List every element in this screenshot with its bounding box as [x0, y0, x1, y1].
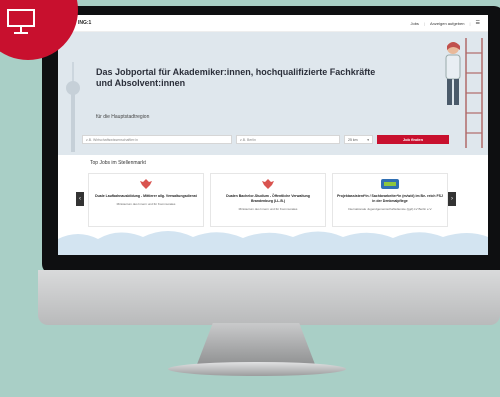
job-card-title: Duale Laufbahnausbildung - Mittlerer all…	[95, 194, 197, 198]
monitor-base	[168, 362, 346, 376]
monitor-chin	[38, 270, 500, 325]
hero-subtitle: für die Hauptstadtregion	[96, 114, 150, 120]
monitor-stand	[196, 323, 316, 367]
job-title-input[interactable]: z.B. Wirtschaftswissenschaftler:in	[82, 135, 232, 144]
screen: ING:1 Jobs | Anzeigen aufgeben | ☰ Das J…	[58, 15, 488, 255]
nav-post-ad-link[interactable]: Anzeigen aufgeben	[430, 21, 464, 26]
person-illustration	[445, 42, 461, 105]
brandenburg-eagle-logo	[93, 177, 199, 191]
site-logo[interactable]: ING:1	[78, 20, 91, 26]
job-card-title: Dualen Bachelor-Studium - Öffentliche Ve…	[226, 194, 310, 203]
job-search-form: z.B. Wirtschaftswissenschaftler:in z.B. …	[82, 135, 474, 144]
job-card-org: Ministerium des Innern und für Kommunale…	[116, 202, 176, 206]
cloud-decoration	[58, 231, 488, 255]
brandenburg-eagle-logo	[215, 177, 321, 191]
nav-jobs-link[interactable]: Jobs	[410, 21, 418, 26]
job-card-org: Ministerium des Innern und für Kommunale…	[238, 207, 298, 211]
job-card-title: Projektassistent*in / Sachbearbeiter*in …	[337, 194, 443, 203]
hamburger-icon[interactable]: ☰	[476, 20, 480, 26]
job-card[interactable]: Dualen Bachelor-Studium - Öffentliche Ve…	[210, 173, 326, 227]
top-jobs-title: Top Jobs im Stellenmarkt	[90, 160, 146, 166]
hero: Das Jobportal für Akademiker:innen, hoch…	[58, 32, 488, 155]
nav-links: Jobs | Anzeigen aufgeben | ☰	[410, 20, 480, 26]
carousel-prev-button[interactable]: ‹	[76, 192, 84, 206]
location-input[interactable]: z.B. Berlin	[236, 135, 340, 144]
ijgd-logo	[337, 177, 443, 191]
carousel-next-button[interactable]: ›	[448, 192, 456, 206]
job-card-org: Internationale Jugendgemeinschaftsdienst…	[347, 207, 433, 211]
radius-value: 25 km	[348, 138, 358, 142]
chevron-down-icon: ▾	[367, 138, 369, 142]
navbar: ING:1 Jobs | Anzeigen aufgeben | ☰	[58, 15, 488, 32]
job-card[interactable]: Projektassistent*in / Sachbearbeiter*in …	[332, 173, 448, 227]
job-card[interactable]: Duale Laufbahnausbildung - Mittlerer all…	[88, 173, 204, 227]
radius-select[interactable]: 25 km ▾	[344, 135, 373, 144]
monitor-icon	[7, 9, 35, 34]
top-jobs-carousel: Duale Laufbahnausbildung - Mittlerer all…	[88, 173, 448, 227]
find-job-button[interactable]: Job finden	[377, 135, 449, 144]
hero-title: Das Jobportal für Akademiker:innen, hoch…	[96, 67, 376, 88]
